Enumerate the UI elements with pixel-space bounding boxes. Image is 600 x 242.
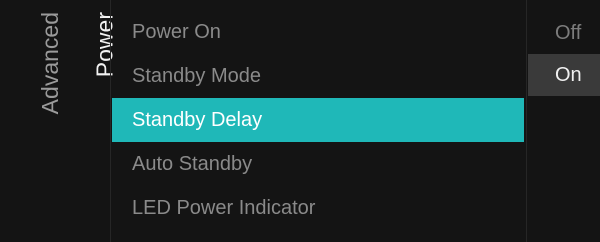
divider-menu bbox=[110, 0, 111, 242]
menu-item-led-power-indicator[interactable]: LED Power Indicator bbox=[112, 186, 524, 230]
tv-settings-screen: Advanced Power Power On Standby Mode Sta… bbox=[0, 0, 600, 242]
option-off[interactable]: Off bbox=[528, 12, 600, 54]
menu-item-auto-standby[interactable]: Auto Standby bbox=[112, 142, 524, 186]
breadcrumb-advanced[interactable]: Advanced bbox=[0, 0, 63, 242]
option-on[interactable]: On bbox=[528, 54, 600, 96]
divider-options bbox=[526, 0, 527, 242]
menu-item-standby-delay[interactable]: Standby Delay bbox=[112, 98, 524, 142]
breadcrumb-power[interactable]: Power bbox=[54, 0, 118, 242]
menu-item-power-on[interactable]: Power On bbox=[112, 10, 524, 54]
option-list: Off On bbox=[528, 12, 600, 96]
menu-item-standby-mode[interactable]: Standby Mode bbox=[112, 54, 524, 98]
power-settings-menu: Power On Standby Mode Standby Delay Auto… bbox=[112, 10, 524, 230]
